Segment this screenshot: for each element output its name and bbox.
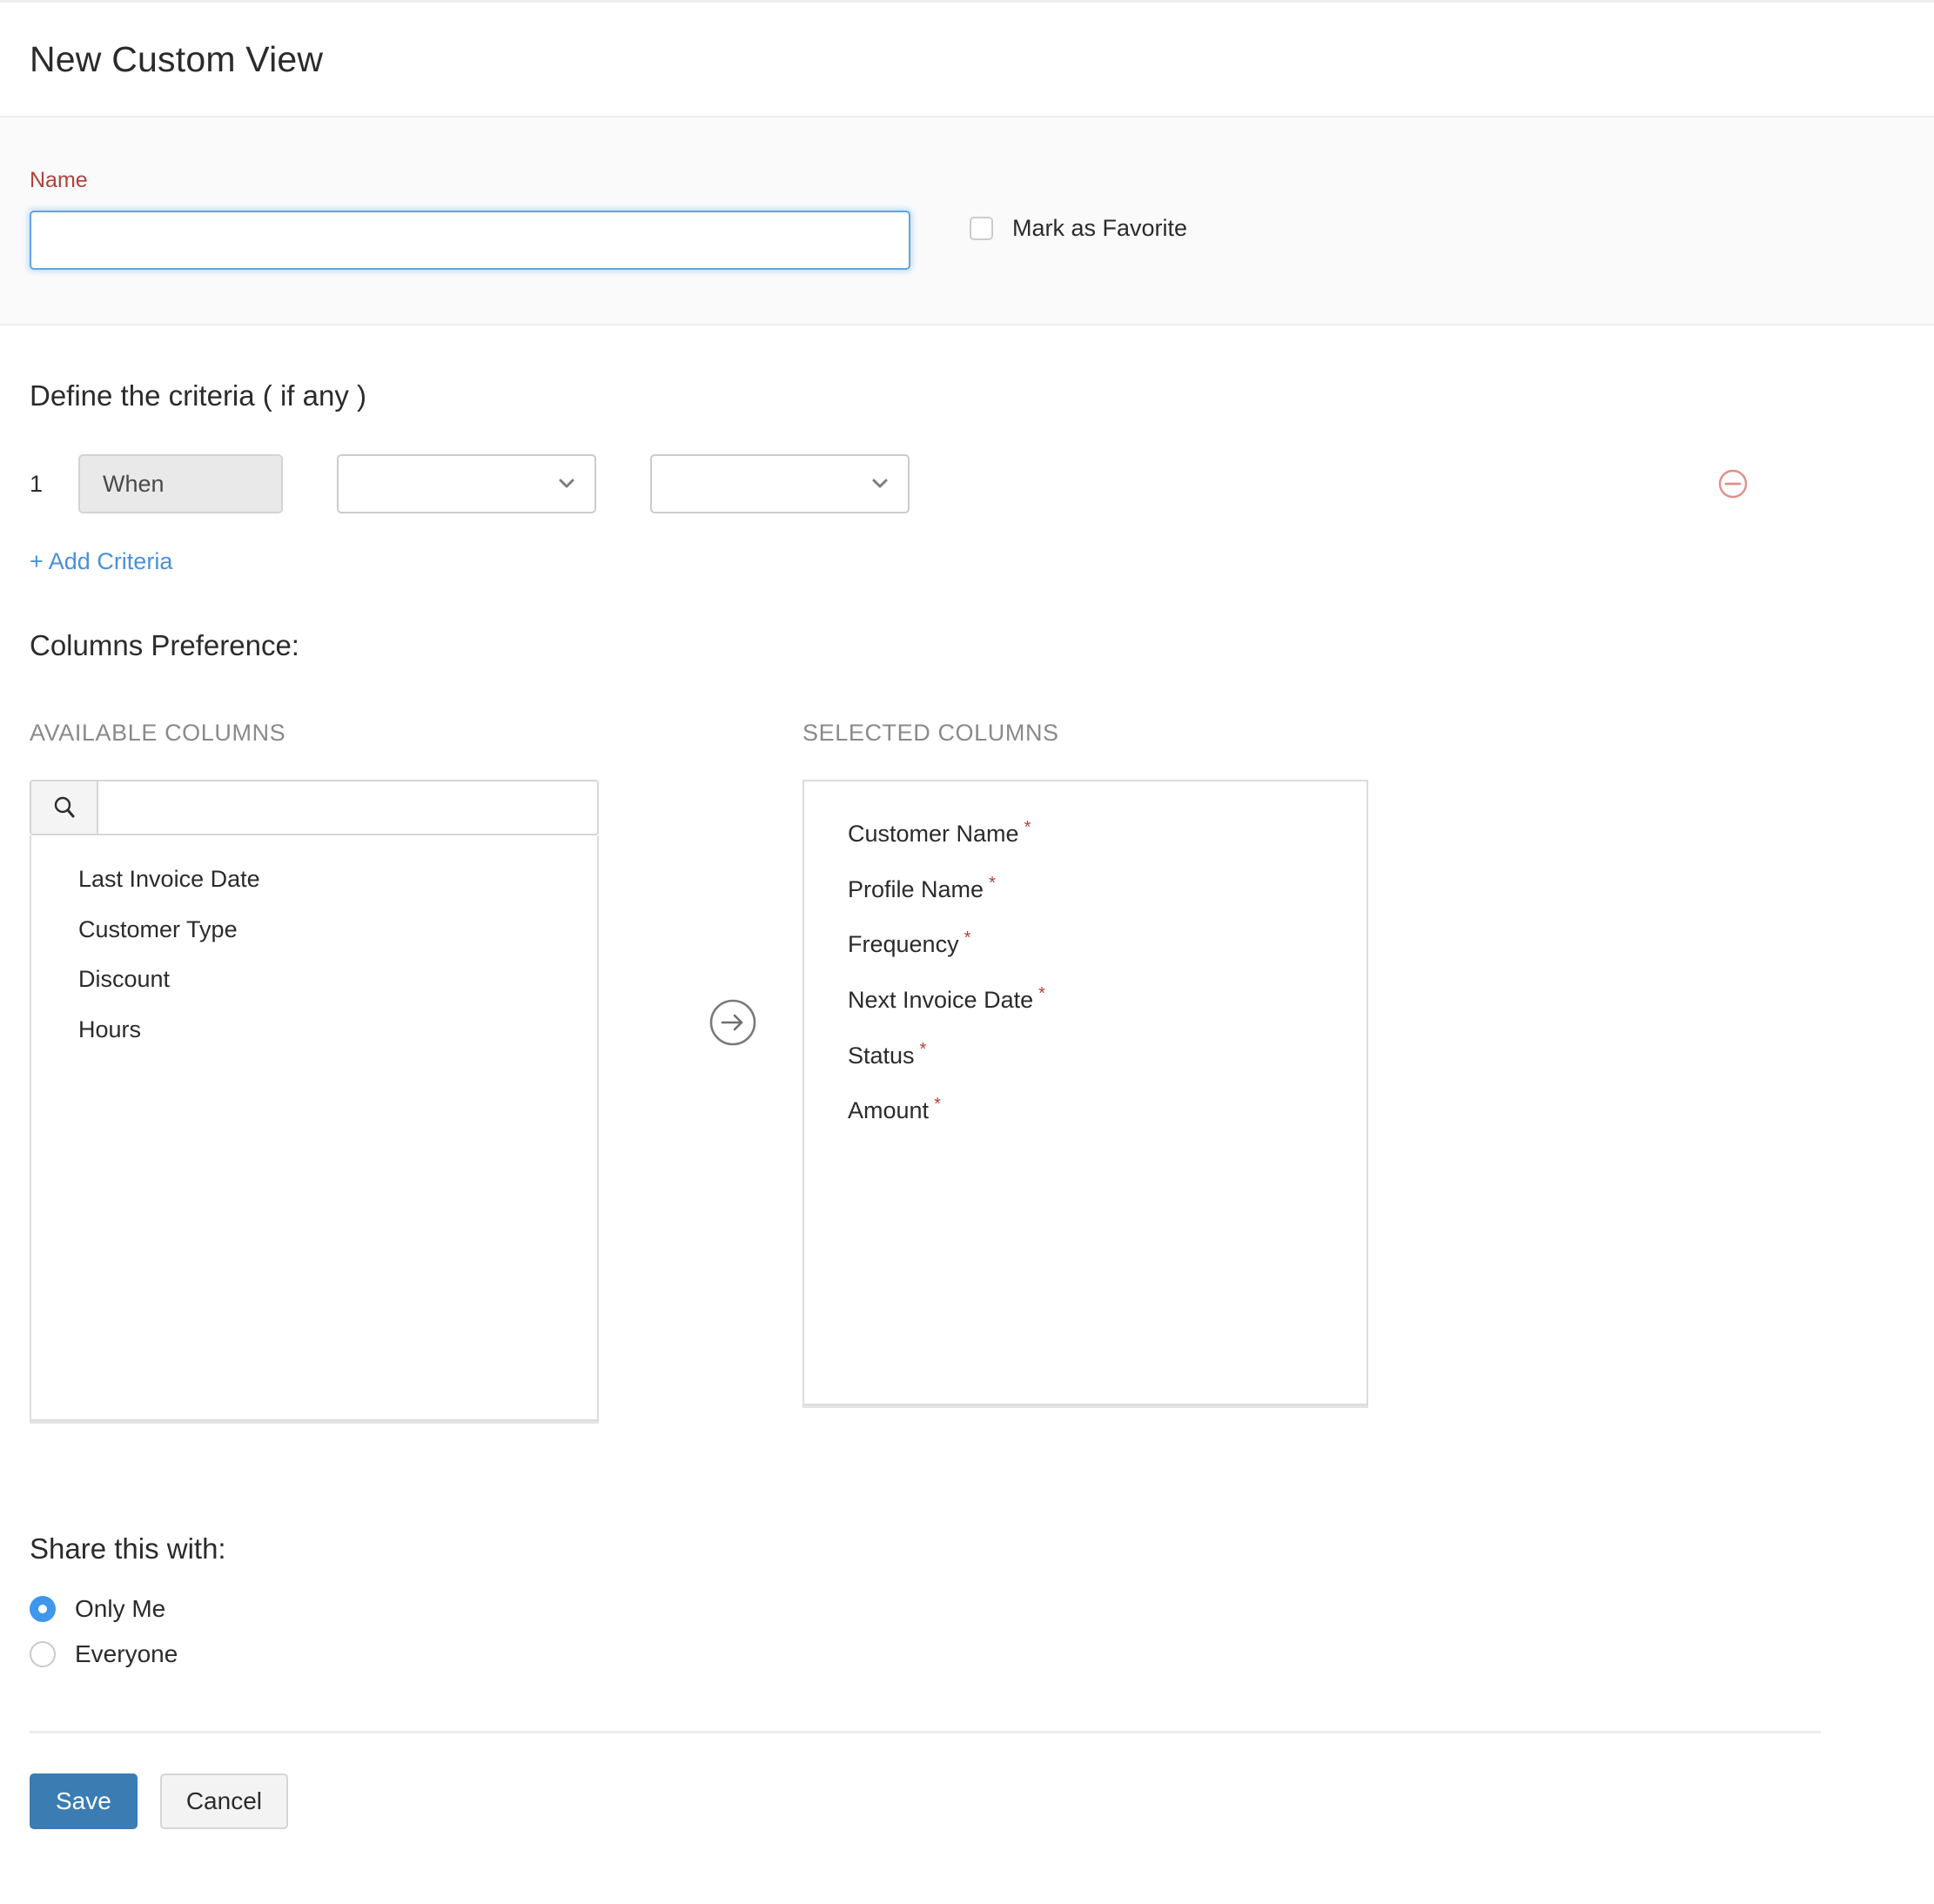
required-marker: * [934,1095,941,1114]
page-body: Define the criteria ( if any ) 1 When [0,379,1934,1881]
save-button[interactable]: Save [30,1773,138,1829]
new-custom-view-page: New Custom View Name Mark as Favorite De… [0,0,1934,1904]
page-header: New Custom View [0,3,1934,117]
list-item[interactable]: Hours [31,1005,597,1056]
criteria-comparator-select[interactable] [650,454,910,513]
footer-divider [30,1731,1821,1733]
list-item[interactable]: Status * [804,1029,1367,1085]
list-item[interactable]: Customer Name * [804,808,1367,863]
add-criteria-link[interactable]: + Add Criteria [30,548,172,575]
criteria-heading: Define the criteria ( if any ) [30,379,1904,412]
selected-columns-title: SELECTED COLUMNS [802,720,1368,747]
favorite-label: Mark as Favorite [1012,215,1187,242]
chevron-down-icon [558,475,575,493]
criteria-when-button[interactable]: When [78,454,283,513]
form-actions: Save Cancel [30,1773,1904,1881]
selected-column-label: Customer Name [848,821,1019,847]
criteria-row: 1 When [30,454,1904,513]
selected-columns-list[interactable]: Customer Name* Profile Name* Frequency* … [802,780,1368,1405]
minus-circle-icon[interactable] [1718,469,1748,499]
name-input[interactable] [30,211,910,270]
search-icon[interactable] [31,781,98,834]
selected-column-label: Amount [848,1097,929,1123]
criteria-index: 1 [30,471,78,498]
selected-column-label: Frequency [848,931,959,957]
page-title: New Custom View [30,39,323,80]
selected-columns-pane: SELECTED COLUMNS Customer Name * Profile … [802,720,1368,1421]
list-item[interactable]: Discount [31,955,597,1005]
list-item[interactable]: Last Invoice Date [31,855,597,905]
name-field-group: Name [30,170,910,270]
list-item[interactable]: Customer Type [31,905,597,955]
columns-preference-panels: AVAILABLE COLUMNS Last Invoice Date Cust… [30,720,1904,1421]
available-columns-list[interactable]: Last Invoice Date Customer Type Discount… [30,835,599,1421]
cancel-button[interactable]: Cancel [160,1773,288,1829]
required-marker: * [1024,818,1031,837]
columns-preference-heading: Columns Preference: [30,629,1904,662]
radio-everyone[interactable] [30,1641,56,1667]
mark-as-favorite-row[interactable]: Mark as Favorite [970,215,1187,242]
required-marker: * [989,874,996,893]
required-marker: * [1038,984,1045,1003]
list-item[interactable]: Profile Name * [804,863,1367,919]
criteria-field-select[interactable] [337,454,596,513]
search-input[interactable] [98,781,597,834]
available-columns-title: AVAILABLE COLUMNS [30,720,599,747]
share-option-only-me[interactable]: Only Me [30,1595,1904,1623]
list-item[interactable]: Amount * [804,1084,1367,1140]
selected-column-label: Status [848,1043,915,1069]
share-option-label: Everyone [75,1640,178,1668]
list-item[interactable]: Next Invoice Date * [804,974,1367,1029]
radio-only-me[interactable] [30,1596,56,1622]
share-option-label: Only Me [75,1595,165,1623]
available-columns-pane: AVAILABLE COLUMNS Last Invoice Date Cust… [30,720,599,1421]
list-item[interactable]: Frequency * [804,918,1367,974]
panes-gap [599,720,802,1421]
required-marker: * [964,929,971,948]
selected-column-label: Next Invoice Date [848,987,1033,1013]
share-heading: Share this with: [30,1532,1904,1565]
selected-column-label: Profile Name [848,876,984,902]
chevron-down-icon [871,475,889,493]
arrow-right-circle-icon[interactable] [708,998,757,1047]
available-columns-search[interactable] [30,780,599,835]
favorite-checkbox[interactable] [970,217,993,240]
name-label: Name [30,170,910,191]
required-marker: * [920,1040,927,1059]
name-section: Name Mark as Favorite [0,117,1934,325]
share-option-everyone[interactable]: Everyone [30,1640,1904,1668]
